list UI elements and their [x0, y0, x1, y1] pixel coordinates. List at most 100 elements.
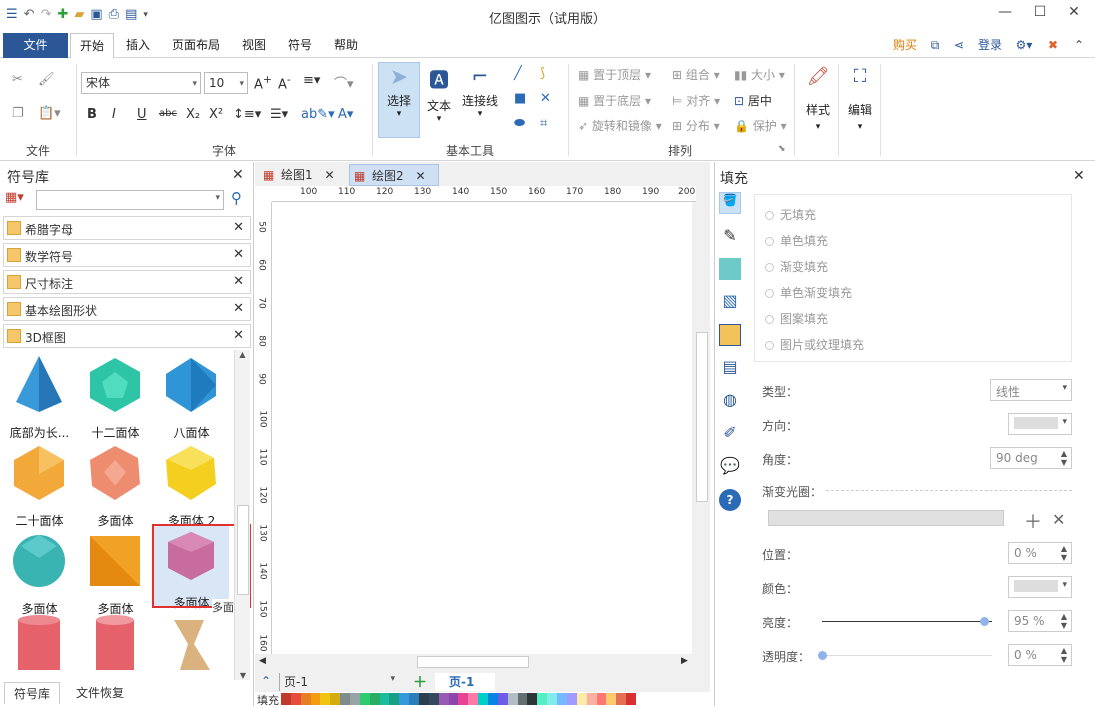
fill-icon[interactable]: 🪣 — [719, 192, 741, 214]
fill-option-picture[interactable]: 图片或纹理填充 — [765, 336, 864, 353]
paste-icon[interactable]: 📋▾ — [38, 106, 61, 121]
bullets-icon[interactable]: ☰▾ — [270, 107, 288, 122]
library-close-icon[interactable]: ✕ — [233, 247, 244, 262]
minimize-icon[interactable]: — — [993, 4, 1017, 20]
protect-button[interactable]: 🔒 保护 ▾ — [734, 117, 787, 134]
line-style-icon[interactable]: ✎ — [719, 226, 741, 248]
tab-symbol-library[interactable]: 符号库 — [4, 682, 60, 704]
shape-item[interactable] — [78, 614, 153, 676]
shape-item[interactable]: 多面体 — [78, 528, 153, 618]
library-item-3d-blocks[interactable]: 3D框图 ✕ — [3, 324, 251, 348]
fill-option-solid[interactable]: 单色填充 — [765, 232, 828, 249]
drawing-page[interactable] — [272, 202, 692, 654]
transparency-input[interactable]: 0 % ▲ ▼ — [1008, 644, 1072, 666]
font-name-select[interactable]: 宋体 ▾ — [81, 72, 201, 94]
page-tab-1[interactable]: 页-1 — [435, 673, 495, 691]
text-tool-button[interactable]: 🅰 文本 ▾ — [422, 62, 456, 124]
highlight-icon[interactable]: ab✎▾ — [301, 107, 335, 122]
cross-icon[interactable]: ✕ — [540, 91, 551, 106]
fill-panel-close-icon[interactable]: ✕ — [1073, 168, 1085, 184]
help-icon[interactable]: ? — [719, 489, 741, 511]
shape-item[interactable]: 多面体 2 — [154, 440, 229, 530]
format-painter-icon[interactable]: 🖌 — [38, 72, 55, 87]
search-icon[interactable]: ⚲ — [231, 189, 242, 207]
group-button[interactable]: ⊞ 组合 ▾ — [672, 66, 720, 83]
distribute-button[interactable]: ⊞ 分布 ▾ — [672, 117, 720, 134]
align-icon[interactable]: ≡▾ — [303, 73, 320, 88]
font-size-select[interactable]: 10 ▾ — [204, 72, 248, 94]
shape-item[interactable]: 二十面体 — [2, 440, 77, 530]
shape-item[interactable]: 多面体 — [78, 440, 153, 530]
arc-icon[interactable]: ⟆ — [540, 66, 545, 81]
crop-icon[interactable]: ⌗ — [540, 116, 547, 131]
shape-item[interactable] — [154, 614, 229, 676]
connector-tool-button[interactable]: ⌐ 连接线 ▾ — [458, 62, 502, 119]
scroll-down-icon[interactable]: ▼ — [235, 671, 251, 680]
color-select[interactable]: ▾ — [1008, 576, 1072, 598]
search-dropdown-icon[interactable]: ▾ — [215, 193, 220, 203]
fill-option-gradient[interactable]: 渐变填充 — [765, 258, 828, 275]
canvas-horizontal-scrollbar[interactable]: ◀ ▶ — [255, 654, 695, 670]
canvas-vertical-scrollbar[interactable] — [694, 202, 710, 654]
transparency-slider-track[interactable] — [822, 655, 992, 656]
maximize-icon[interactable]: ☐ — [1028, 4, 1052, 20]
library-scrollbar[interactable]: ▲ ▼ — [234, 350, 250, 680]
edit-button[interactable]: ⛶ 编辑 ▾ — [842, 66, 878, 132]
brightness-input[interactable]: 95 % ▲ ▼ — [1008, 610, 1072, 632]
type-select[interactable]: 线性 ▾ — [990, 379, 1072, 401]
shape-item[interactable]: 十二面体 — [78, 352, 153, 442]
library-close-icon[interactable]: ✕ — [233, 301, 244, 316]
rectangle-icon[interactable]: ■ — [514, 91, 526, 106]
library-item-greek[interactable]: 希腊字母 ✕ — [3, 216, 251, 240]
bold-icon[interactable]: B — [87, 107, 97, 122]
scroll-right-icon[interactable]: ▶ — [681, 656, 688, 666]
scroll-left-icon[interactable]: ◀ — [259, 656, 266, 666]
addon-icon[interactable]: ✖ — [1042, 33, 1064, 58]
shape-item[interactable]: 多面体 — [2, 528, 77, 618]
font-color-icon[interactable]: A▾ — [338, 107, 353, 122]
layer-icon[interactable] — [719, 324, 741, 346]
page-nav-up-icon[interactable]: ⌃ — [261, 674, 271, 688]
add-stop-icon[interactable]: ＋ — [1024, 508, 1042, 534]
tab-file[interactable]: 文件 — [3, 33, 68, 58]
comment-icon[interactable]: 💬 — [719, 456, 741, 478]
settings-icon[interactable]: ⚙▾ — [1010, 33, 1038, 58]
tab-insert[interactable]: 插入 — [118, 33, 158, 58]
tab-home[interactable]: 开始 — [70, 33, 114, 59]
library-menu-icon[interactable]: ▦▾ — [5, 190, 24, 205]
globe-icon[interactable]: ◍ — [719, 390, 741, 412]
page-select[interactable]: 页-1 ▾ — [279, 673, 399, 691]
size-button[interactable]: ▮▮ 大小 ▾ — [734, 66, 785, 83]
note-icon[interactable]: ✐ — [719, 423, 741, 445]
arrange-expand-icon[interactable]: ⬊ — [778, 144, 786, 154]
shape-item[interactable]: 八面体 — [154, 352, 229, 442]
case-icon[interactable]: ⌒▾ — [334, 73, 354, 92]
line-spacing-icon[interactable]: ↕≡▾ — [233, 107, 261, 122]
line-icon[interactable]: ╱ — [514, 66, 522, 81]
scroll-up-icon[interactable]: ▲ — [235, 350, 250, 359]
share-screen-icon[interactable]: ⧉ — [926, 33, 944, 58]
tab-view[interactable]: 视图 — [234, 33, 274, 58]
library-close-icon[interactable]: ✕ — [233, 274, 244, 289]
center-button[interactable]: ⊡ 居中 — [734, 92, 772, 109]
library-item-basic-shapes[interactable]: 基本绘图形状 ✕ — [3, 297, 251, 321]
angle-input[interactable]: 90 deg ▲ ▼ — [990, 447, 1072, 469]
scroll-thumb[interactable] — [417, 656, 529, 668]
collapse-ribbon-icon[interactable]: ⌃ — [1068, 33, 1090, 58]
tab-file-recovery[interactable]: 文件恢复 — [70, 682, 130, 704]
bring-to-front-button[interactable]: ▦ 置于顶层 ▾ — [578, 66, 651, 83]
fill-option-none[interactable]: 无填充 — [765, 206, 816, 223]
image-icon[interactable]: ▧ — [719, 291, 741, 313]
select-tool-button[interactable]: ➤ 选择 ▾ — [378, 62, 420, 138]
library-item-math[interactable]: 数学符号 ✕ — [3, 243, 251, 267]
doc-tab-close-icon[interactable]: ✕ — [415, 169, 425, 183]
shrink-font-icon[interactable]: A- — [278, 73, 291, 92]
style-button[interactable]: 🖍 样式 ▾ — [800, 66, 836, 132]
library-close-icon[interactable]: ✕ — [233, 220, 244, 235]
grow-font-icon[interactable]: A+ — [254, 73, 272, 92]
symbol-library-close-icon[interactable]: ✕ — [232, 167, 244, 183]
tab-help[interactable]: 帮助 — [326, 33, 366, 58]
align-button[interactable]: ⊨ 对齐 ▾ — [672, 92, 720, 109]
shape-item[interactable]: 底部为长... — [2, 352, 77, 442]
scroll-thumb[interactable] — [237, 505, 249, 595]
